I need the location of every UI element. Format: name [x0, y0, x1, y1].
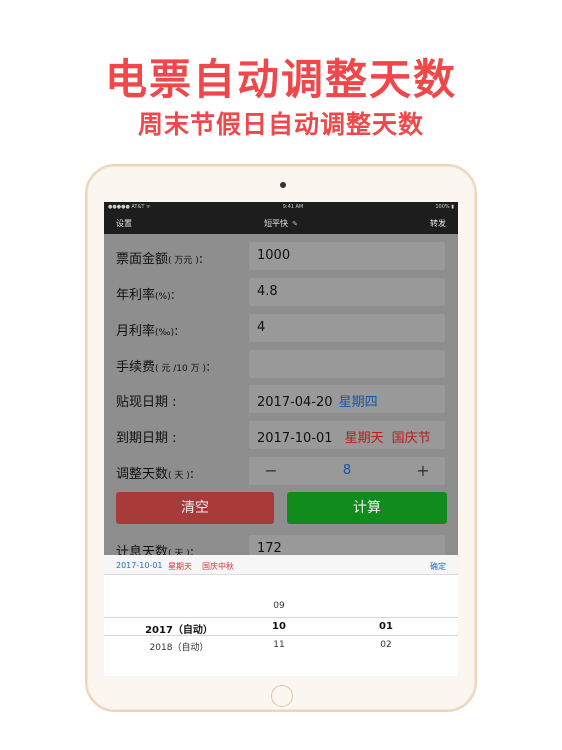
row-due-date: 到期日期 : 2017-10-01 星期天 国庆节: [104, 421, 458, 449]
picker-holiday-text: 国庆中秋: [202, 562, 234, 571]
clear-button[interactable]: 清空: [116, 492, 274, 524]
monthly-rate-input[interactable]: 4: [249, 314, 445, 342]
nav-title[interactable]: 短平快 ✎: [104, 218, 458, 229]
status-bar: ●●●●● AT&T ᯤ 9:41 AM 100% ▮: [104, 202, 458, 212]
app-screen: ●●●●● AT&T ᯤ 9:41 AM 100% ▮ 设置 短平快 ✎ 转发 票…: [104, 202, 458, 676]
face-amount-label: 票面金额( 万元 ):: [116, 252, 204, 267]
row-monthly-rate: 月利率(‰): 4: [104, 314, 458, 342]
picker-day-below[interactable]: 02: [361, 640, 411, 650]
row-discount-date: 贴现日期 : 2017-04-20 星期四: [104, 385, 458, 413]
due-weekday: 星期天: [344, 431, 384, 446]
discount-date-field[interactable]: 2017-04-20 星期四: [249, 385, 445, 413]
date-picker: 2017-10-01 星期天 国庆中秋 确定 09 2017（自动） 10 01…: [104, 555, 458, 676]
row-fee: 手续费( 元 /10 万 ):: [104, 350, 458, 378]
annual-rate-input[interactable]: 4.8: [249, 278, 445, 306]
picker-year-selected[interactable]: 2017（自动）: [134, 621, 224, 636]
picker-toolbar: 2017-10-01 星期天 国庆中秋 确定: [104, 555, 458, 575]
promo-headline: 电票自动调整天数: [104, 55, 457, 104]
adjust-days-stepper: − 8 +: [249, 457, 445, 485]
annual-rate-label: 年利率(%):: [116, 288, 175, 303]
increment-button[interactable]: +: [401, 457, 445, 485]
row-annual-rate: 年利率(%): 4.8: [104, 278, 458, 306]
camera-dot: [280, 182, 286, 188]
picker-month-selected[interactable]: 10: [254, 621, 304, 632]
status-time: 9:41 AM: [282, 204, 304, 210]
row-face-amount: 票面金额( 万元 ): 1000: [104, 242, 458, 270]
fee-label: 手续费( 元 /10 万 ):: [116, 360, 211, 375]
promo-subheadline: 周末节假日自动调整天数: [137, 110, 424, 139]
picker-selection-top: [104, 617, 458, 618]
due-date-label: 到期日期 :: [116, 431, 177, 446]
nav-title-text: 短平快: [264, 219, 289, 228]
pencil-icon: ✎: [292, 220, 298, 228]
decrement-button[interactable]: −: [249, 457, 293, 485]
calculate-button[interactable]: 计算: [287, 492, 447, 524]
due-holiday: 国庆节: [391, 431, 431, 446]
share-button[interactable]: 转发: [430, 218, 446, 229]
battery-indicator: 100% ▮: [435, 204, 454, 210]
due-date-field[interactable]: 2017-10-01 星期天 国庆节: [249, 421, 445, 449]
discount-weekday: 星期四: [338, 395, 378, 410]
nav-bar: 设置 短平快 ✎ 转发: [104, 212, 458, 234]
face-amount-input[interactable]: 1000: [249, 242, 445, 270]
home-button: [271, 685, 293, 707]
adjust-days-value: 8: [342, 463, 352, 478]
due-date-value: 2017-10-01: [257, 431, 333, 446]
picker-weekday-text: 星期天: [168, 562, 192, 571]
picker-date-text: 2017-10-01: [116, 561, 163, 570]
discount-date-label: 贴现日期 :: [116, 395, 177, 410]
confirm-button[interactable]: 确定: [430, 561, 446, 572]
discount-date-value: 2017-04-20: [257, 395, 333, 410]
picker-month-below[interactable]: 11: [254, 640, 304, 650]
fee-input[interactable]: [249, 350, 445, 378]
picker-year-below[interactable]: 2018（自动）: [134, 640, 224, 653]
adjust-days-label: 调整天数( 天 ):: [116, 467, 195, 482]
picker-month-above[interactable]: 09: [254, 601, 304, 611]
carrier-signal: ●●●●● AT&T ᯤ: [108, 204, 151, 210]
picker-day-selected[interactable]: 01: [361, 621, 411, 632]
picker-selection-bottom: [104, 635, 458, 636]
row-adjust-days: 调整天数( 天 ): − 8 +: [104, 457, 458, 485]
monthly-rate-label: 月利率(‰):: [116, 324, 179, 339]
